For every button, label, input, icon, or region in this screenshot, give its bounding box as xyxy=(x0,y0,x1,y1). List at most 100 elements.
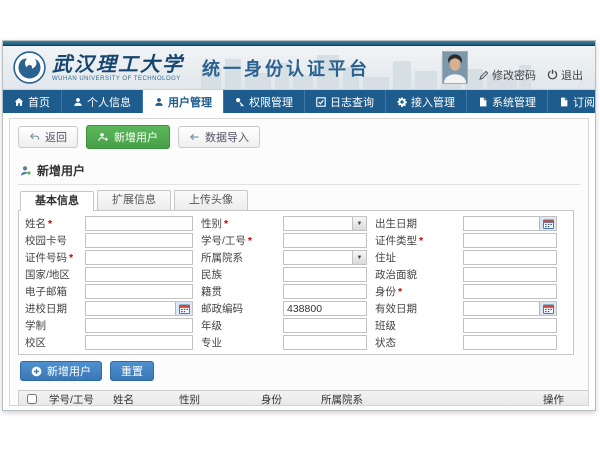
column-header-gender: 性别 xyxy=(175,392,257,407)
label-campus-card-no: 校园卡号 xyxy=(23,233,79,248)
content-area: 返回 新增用户 数据导入 新增用户 基本信息扩展信息上传头像 姓名*性别*▼出生… xyxy=(9,118,589,406)
checklist-icon xyxy=(316,97,326,107)
email-field xyxy=(85,284,193,299)
enrollment-date-calendar-icon[interactable] xyxy=(175,302,192,315)
gear-icon xyxy=(397,97,407,107)
nav-label-access-management: 接入管理 xyxy=(411,94,455,110)
change-password-label: 修改密码 xyxy=(492,67,536,83)
required-asterisk: * xyxy=(248,235,252,247)
platform-title: 统一身份认证平台 xyxy=(202,55,370,81)
select-all-checkbox[interactable] xyxy=(27,394,37,404)
nav-item-log-query[interactable]: 日志查询 xyxy=(305,90,386,113)
required-asterisk: * xyxy=(48,218,52,230)
column-header-name: 姓名 xyxy=(109,392,175,407)
name-input[interactable] xyxy=(86,217,192,230)
back-label: 返回 xyxy=(45,129,67,145)
submit-add-user-button[interactable]: 新增用户 xyxy=(20,361,102,381)
section-title: 新增用户 xyxy=(37,162,85,179)
add-user-toolbar-label: 新增用户 xyxy=(114,129,158,145)
campus-card-no-input[interactable] xyxy=(86,234,192,247)
back-button[interactable]: 返回 xyxy=(18,126,78,148)
ethnicity-input[interactable] xyxy=(284,268,366,281)
label-class: 班级 xyxy=(373,318,457,333)
class-input[interactable] xyxy=(464,319,556,332)
required-asterisk: * xyxy=(419,235,423,247)
label-study-length: 学制 xyxy=(23,318,79,333)
country-region-input[interactable] xyxy=(86,268,192,281)
label-email: 电子邮箱 xyxy=(23,284,79,299)
native-place-input[interactable] xyxy=(284,285,366,298)
gender-field: ▼ xyxy=(283,216,367,231)
add-user-icon xyxy=(98,132,109,142)
major-input[interactable] xyxy=(284,336,366,349)
label-department: 所属院系 xyxy=(199,250,277,265)
grade-input[interactable] xyxy=(284,319,366,332)
nav-item-permission-management[interactable]: 权限管理 xyxy=(224,90,305,113)
postal-code-field xyxy=(283,301,367,316)
label-campus: 校区 xyxy=(23,335,79,350)
user-table: 学号/工号姓名性别身份所属院系操作 xyxy=(18,390,589,406)
study-length-field xyxy=(85,318,193,333)
id-type-input[interactable] xyxy=(464,234,556,247)
import-arrow-icon xyxy=(189,132,200,142)
add-user-toolbar-button[interactable]: 新增用户 xyxy=(86,125,170,149)
change-password-link[interactable]: 修改密码 xyxy=(479,67,536,83)
campus-field xyxy=(85,335,193,350)
campus-input[interactable] xyxy=(86,336,192,349)
gender-dropdown-arrow-icon[interactable]: ▼ xyxy=(352,217,366,230)
postal-code-input[interactable] xyxy=(284,302,366,315)
tab-upload-avatar[interactable]: 上传头像 xyxy=(174,190,248,210)
reset-label: 重置 xyxy=(121,363,143,379)
data-import-button[interactable]: 数据导入 xyxy=(178,126,260,148)
data-import-label: 数据导入 xyxy=(205,129,249,145)
birth-date-calendar-icon[interactable] xyxy=(539,217,556,230)
native-place-field xyxy=(283,284,367,299)
address-input[interactable] xyxy=(464,251,556,264)
university-logo xyxy=(13,51,46,84)
nav-item-personal-info[interactable]: 个人信息 xyxy=(62,90,143,113)
status-input[interactable] xyxy=(464,336,556,349)
enrollment-date-input[interactable] xyxy=(86,302,175,315)
status-field xyxy=(463,335,557,350)
plus-circle-icon xyxy=(31,366,42,377)
label-identity: 身份* xyxy=(373,284,457,299)
valid-date-calendar-icon[interactable] xyxy=(539,302,556,315)
email-input[interactable] xyxy=(86,285,192,298)
study-length-input[interactable] xyxy=(86,319,192,332)
tab-strip: 基本信息扩展信息上传头像 xyxy=(18,190,580,210)
student-id-input[interactable] xyxy=(284,234,366,247)
column-header-student-id: 学号/工号 xyxy=(45,392,109,407)
power-icon xyxy=(547,69,558,80)
department-input[interactable] xyxy=(284,251,352,264)
name-field xyxy=(85,216,193,231)
id-number-input[interactable] xyxy=(86,251,192,264)
tab-extended-info[interactable]: 扩展信息 xyxy=(97,190,171,210)
user-form-grid: 姓名*性别*▼出生日期校园卡号学号/工号*证件类型*证件号码*所属院系▼住址国家… xyxy=(23,216,569,350)
nav-item-access-management[interactable]: 接入管理 xyxy=(386,90,467,113)
column-header-operation: 操作 xyxy=(539,392,589,407)
birth-date-input[interactable] xyxy=(464,217,539,230)
basic-info-panel: 姓名*性别*▼出生日期校园卡号学号/工号*证件类型*证件号码*所属院系▼住址国家… xyxy=(18,210,574,355)
gender-input[interactable] xyxy=(284,217,352,230)
campus-card-no-field xyxy=(85,233,193,248)
nav-item-home[interactable]: 首页 xyxy=(3,90,62,113)
logout-link[interactable]: 退出 xyxy=(547,67,583,83)
department-dropdown-arrow-icon[interactable]: ▼ xyxy=(352,251,366,264)
country-region-field xyxy=(85,267,193,282)
nav-label-permission-management: 权限管理 xyxy=(249,94,293,110)
label-ethnicity: 民族 xyxy=(199,267,277,282)
reset-button[interactable]: 重置 xyxy=(110,361,154,381)
person-icon xyxy=(73,97,83,107)
identity-input[interactable] xyxy=(464,285,556,298)
user-avatar[interactable] xyxy=(442,51,468,84)
label-native-place: 籍贯 xyxy=(199,284,277,299)
political-status-input[interactable] xyxy=(464,268,556,281)
app-window: 武汉理工大学 WUHAN UNIVERSITY OF TECHNOLOGY 统一… xyxy=(2,40,596,411)
nav-item-user-management[interactable]: 用户管理 xyxy=(143,90,224,113)
label-address: 住址 xyxy=(373,250,457,265)
label-id-number: 证件号码* xyxy=(23,250,79,265)
tab-basic-info[interactable]: 基本信息 xyxy=(20,191,94,211)
valid-date-input[interactable] xyxy=(464,302,539,315)
nav-item-system-management[interactable]: 系统管理 xyxy=(467,90,548,113)
nav-item-subscription-management[interactable]: 订阅管理 xyxy=(548,90,595,113)
